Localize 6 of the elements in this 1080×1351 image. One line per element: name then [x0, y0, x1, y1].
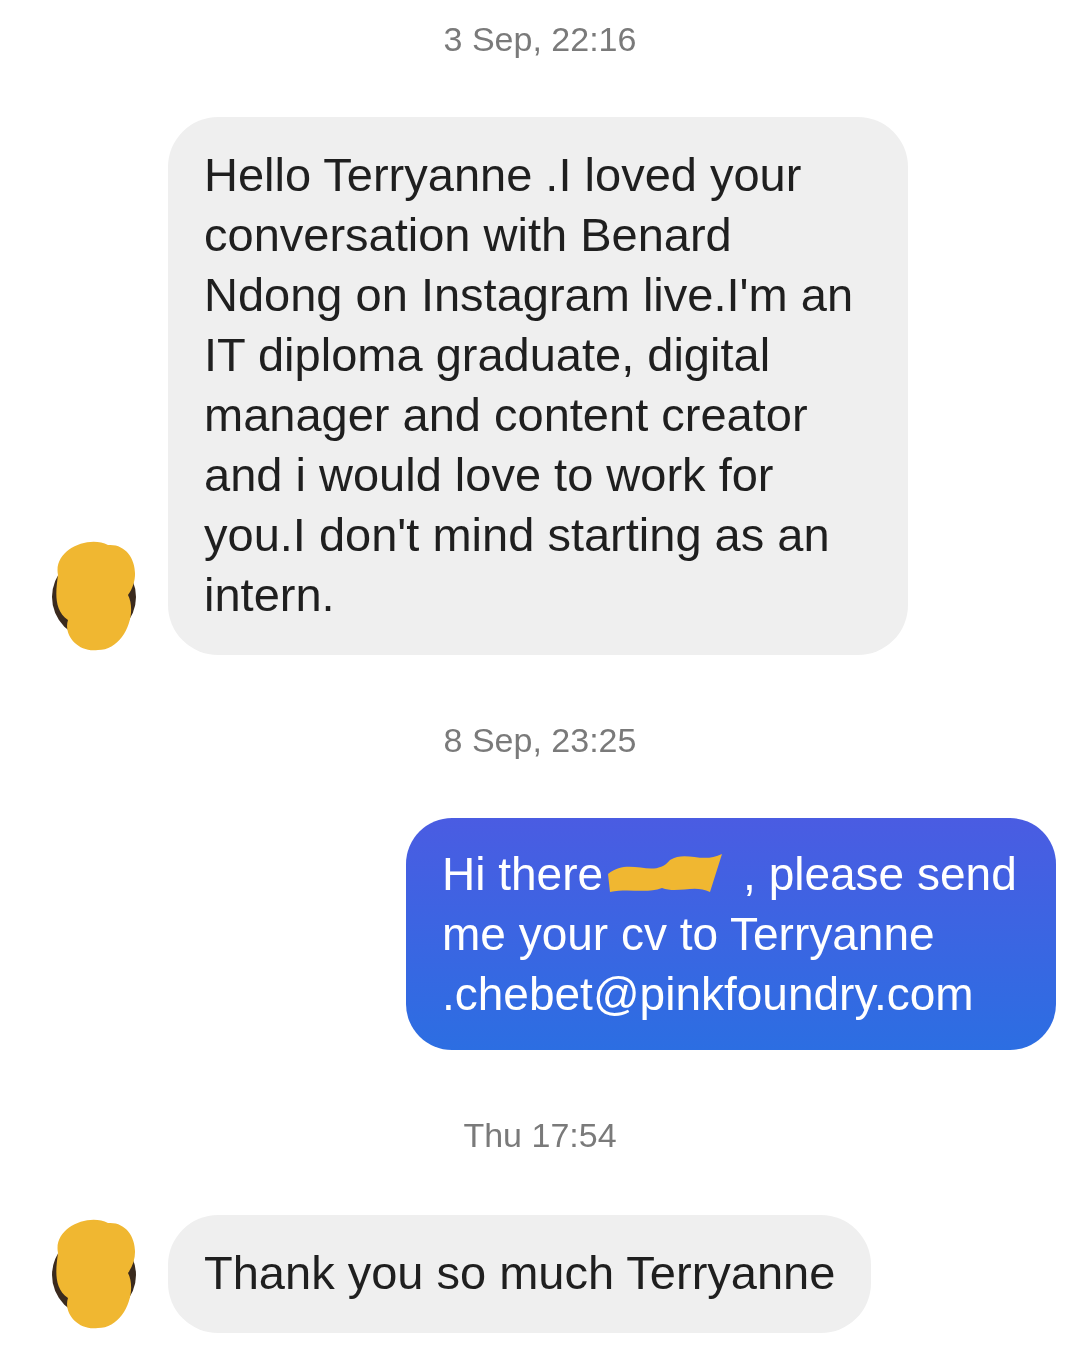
timestamp: 3 Sep, 22:16 [443, 20, 637, 59]
message-bubble: Hello Terryanne .I loved your conversation with Benard Ndong on Instagram live.I'm an IT diploma graduate, digital manager and content creator and i would love to work for you.I don't mind starting as an intern. [168, 117, 908, 655]
timestamp: 8 Sep, 23:25 [443, 721, 637, 760]
message-bubble: Hi there , please send me your cv to Terryanne .chebet@pinkfoundry.com [406, 818, 1056, 1050]
timestamp: Thu 17:54 [463, 1116, 617, 1155]
message-bubble: Thank you so much Terryanne [168, 1215, 872, 1333]
